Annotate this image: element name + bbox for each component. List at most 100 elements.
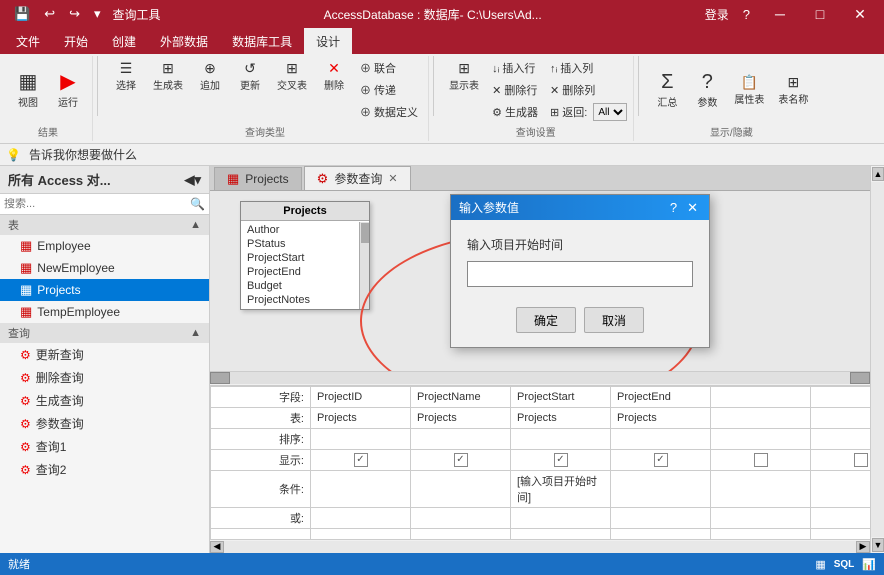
- cell-show-2[interactable]: [511, 449, 611, 470]
- tab-external[interactable]: 外部数据: [148, 28, 220, 54]
- scroll-down-btn[interactable]: ▼: [872, 538, 884, 552]
- cell-empty-1-4[interactable]: [711, 528, 811, 539]
- tablenames-btn[interactable]: ⊞ 表名称: [773, 72, 813, 109]
- cell-table-2[interactable]: Projects: [511, 407, 611, 428]
- append-btn[interactable]: ⊕ 追加: [192, 58, 228, 95]
- cell-criteria-4[interactable]: [711, 470, 811, 507]
- tab-paramquery[interactable]: ⚙ 参数查询 ✕: [304, 166, 411, 190]
- crosstab-btn[interactable]: ⊞ 交叉表: [272, 58, 312, 95]
- h-scroll-left-btn[interactable]: ◀: [210, 541, 224, 553]
- right-scrollbar[interactable]: ▲ ▼: [870, 166, 884, 553]
- cell-or-0[interactable]: [311, 507, 411, 528]
- nav-update-query[interactable]: ⚙ 更新查询: [0, 343, 209, 366]
- checkbox-0[interactable]: [354, 453, 368, 467]
- params-btn[interactable]: ? 参数: [689, 69, 725, 112]
- search-input[interactable]: [4, 198, 190, 210]
- dialog-close-btn[interactable]: ✕: [684, 200, 701, 216]
- cell-show-0[interactable]: [311, 449, 411, 470]
- view-grid-icon[interactable]: ▦: [815, 558, 825, 571]
- h-scroll-left[interactable]: [210, 372, 230, 384]
- cell-show-1[interactable]: [411, 449, 511, 470]
- cell-or-1[interactable]: [411, 507, 511, 528]
- nav-projects[interactable]: ▦ Projects: [0, 279, 209, 301]
- cell-table-3[interactable]: Projects: [611, 407, 711, 428]
- cell-table-4[interactable]: [711, 407, 811, 428]
- nav-employee[interactable]: ▦ Employee: [0, 235, 209, 257]
- cell-field-0[interactable]: ProjectID: [311, 386, 411, 407]
- total-btn[interactable]: Σ 汇总: [649, 69, 685, 112]
- return-btn[interactable]: ⊞ 返回:: [546, 102, 591, 122]
- minimize-btn[interactable]: ─: [764, 0, 796, 28]
- run-btn[interactable]: ▶ 运行: [50, 69, 86, 112]
- cell-table-0[interactable]: Projects: [311, 407, 411, 428]
- cell-table-5[interactable]: [811, 407, 871, 428]
- tab-start[interactable]: 开始: [52, 28, 100, 54]
- cell-empty-1-2[interactable]: [511, 528, 611, 539]
- cell-field-2[interactable]: ProjectStart: [511, 386, 611, 407]
- h-scroll-track[interactable]: [230, 372, 850, 384]
- dialog-confirm-btn[interactable]: 确定: [516, 307, 576, 333]
- h-scroll-right-btn[interactable]: ▶: [856, 541, 870, 553]
- datadef-btn[interactable]: ⊕ 数据定义: [356, 102, 422, 122]
- cell-criteria-0[interactable]: [311, 470, 411, 507]
- select-btn[interactable]: ☰ 选择: [108, 58, 144, 95]
- cell-sort-0[interactable]: [311, 428, 411, 449]
- nav-newemployee[interactable]: ▦ NewEmployee: [0, 257, 209, 279]
- undo-icon[interactable]: ↩: [38, 4, 61, 24]
- nav-delete-query[interactable]: ⚙ 删除查询: [0, 366, 209, 389]
- insert-col-btn[interactable]: ↑ᵢ 插入列: [546, 58, 627, 78]
- cell-sort-1[interactable]: [411, 428, 511, 449]
- cell-criteria-5[interactable]: [811, 470, 871, 507]
- checkbox-2[interactable]: [554, 453, 568, 467]
- tab-file[interactable]: 文件: [4, 28, 52, 54]
- close-btn[interactable]: ✕: [844, 0, 876, 28]
- tables-section-header[interactable]: 表 ▲: [0, 215, 209, 235]
- maketable-btn[interactable]: ⊞ 生成表: [148, 58, 188, 95]
- cell-sort-3[interactable]: [611, 428, 711, 449]
- view-btn[interactable]: ▦ 视图: [10, 69, 46, 112]
- props-btn[interactable]: 📋 属性表: [729, 72, 769, 109]
- nav-tempemployee[interactable]: ▦ TempEmployee: [0, 301, 209, 323]
- search-hint-text[interactable]: 告诉我你想要做什么: [29, 146, 137, 163]
- return-select[interactable]: All: [593, 103, 627, 121]
- save-icon[interactable]: 💾: [8, 4, 36, 24]
- cell-sort-5[interactable]: [811, 428, 871, 449]
- cell-criteria-2[interactable]: [输入项目开始时间]: [511, 470, 611, 507]
- cell-show-3[interactable]: [611, 449, 711, 470]
- cell-or-5[interactable]: [811, 507, 871, 528]
- cell-or-3[interactable]: [611, 507, 711, 528]
- left-panel-collapse-icon[interactable]: ◀▾: [184, 172, 201, 188]
- cell-criteria-1[interactable]: [411, 470, 511, 507]
- nav-query2[interactable]: ⚙ 查询2: [0, 458, 209, 481]
- tab-dbtools[interactable]: 数据库工具: [220, 28, 304, 54]
- dialog-input[interactable]: [467, 261, 693, 287]
- cell-empty-1-3[interactable]: [611, 528, 711, 539]
- view-chart-icon[interactable]: 📊: [862, 558, 876, 571]
- cell-empty-1-0[interactable]: [311, 528, 411, 539]
- cell-field-4[interactable]: [711, 386, 811, 407]
- cell-field-5[interactable]: [811, 386, 871, 407]
- cell-or-2[interactable]: [511, 507, 611, 528]
- cell-field-1[interactable]: ProjectName: [411, 386, 511, 407]
- show-table-btn[interactable]: ⊞ 显示表: [444, 58, 484, 95]
- scroll-up-btn[interactable]: ▲: [872, 167, 884, 181]
- delete-col-btn[interactable]: ✕ 删除列: [546, 80, 627, 100]
- tab-create[interactable]: 创建: [100, 28, 148, 54]
- h-scroll-top[interactable]: [210, 371, 870, 385]
- tab-projects[interactable]: ▦ Projects: [214, 167, 302, 190]
- insert-row-btn[interactable]: ↓ᵢ 插入行: [488, 58, 542, 78]
- checkbox-3[interactable]: [654, 453, 668, 467]
- dialog-help-btn[interactable]: ?: [667, 200, 680, 216]
- nav-query1[interactable]: ⚙ 查询1: [0, 435, 209, 458]
- maximize-btn[interactable]: □: [804, 0, 836, 28]
- scroll-track[interactable]: [871, 182, 884, 537]
- cell-sort-4[interactable]: [711, 428, 811, 449]
- h-scroll-track-bottom[interactable]: [224, 541, 856, 553]
- h-scroll-right[interactable]: [850, 372, 870, 384]
- checkbox-5[interactable]: [854, 453, 868, 467]
- cell-table-1[interactable]: Projects: [411, 407, 511, 428]
- tab-paramquery-close[interactable]: ✕: [388, 172, 397, 185]
- tab-design[interactable]: 设计: [304, 28, 352, 54]
- cell-field-3[interactable]: ProjectEnd: [611, 386, 711, 407]
- cell-empty-1-1[interactable]: [411, 528, 511, 539]
